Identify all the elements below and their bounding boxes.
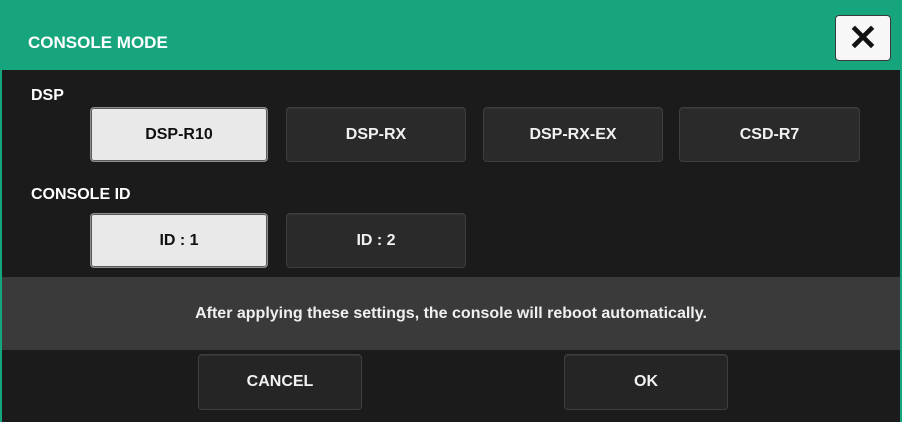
dialog-title: CONSOLE MODE — [28, 33, 168, 52]
title-bar: CONSOLE MODE ✕ — [2, 0, 900, 70]
close-icon: ✕ — [847, 17, 879, 58]
dsp-option-r10[interactable]: DSP-R10 — [90, 107, 268, 162]
dsp-option-rx[interactable]: DSP-RX — [286, 107, 466, 162]
dsp-option-rx-ex[interactable]: DSP-RX-EX — [483, 107, 663, 162]
console-id-option-2[interactable]: ID : 2 — [286, 213, 466, 268]
dsp-label: DSP — [31, 87, 64, 104]
close-button[interactable]: ✕ — [835, 15, 891, 61]
ok-button[interactable]: OK — [564, 354, 728, 410]
dialog-footer — [2, 350, 900, 422]
console-mode-dialog: CONSOLE MODE ✕ DSP DSP-R10 DSP-RX DSP-RX… — [0, 0, 902, 422]
dsp-option-csd-r7[interactable]: CSD-R7 — [679, 107, 860, 162]
cancel-button[interactable]: CANCEL — [198, 354, 362, 410]
reboot-notice: After applying these settings, the conso… — [2, 277, 900, 350]
console-id-label: CONSOLE ID — [31, 186, 131, 203]
console-id-option-1[interactable]: ID : 1 — [90, 213, 268, 268]
